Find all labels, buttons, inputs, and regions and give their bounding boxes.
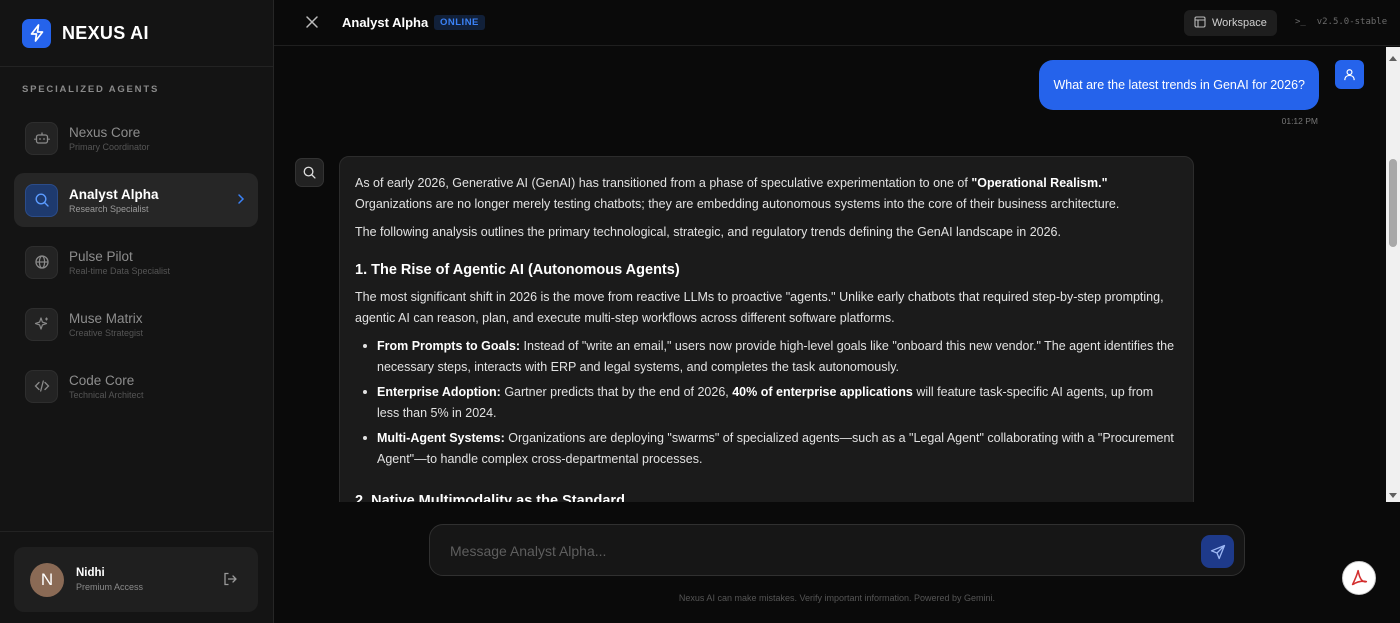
text: As of early 2026, Generative AI (GenAI) … xyxy=(355,176,972,190)
app-window: NEXUS AI SPECIALIZED AGENTS Nexus Core P… xyxy=(0,0,1400,623)
send-button[interactable] xyxy=(1201,535,1234,568)
assistant-message: As of early 2026, Generative AI (GenAI) … xyxy=(339,156,1194,502)
chevron-right-icon xyxy=(236,192,246,210)
divider xyxy=(0,531,273,532)
globe-icon xyxy=(25,245,58,279)
bot-icon xyxy=(25,121,58,155)
brand: NEXUS AI xyxy=(0,0,273,67)
agent-role: Real-time Data Specialist xyxy=(69,265,171,276)
user-card[interactable]: N Nidhi Premium Access xyxy=(14,547,258,612)
bullet-title: Enterprise Adoption: xyxy=(377,385,501,399)
close-icon[interactable] xyxy=(304,14,320,35)
message-timestamp: 01:12 PM xyxy=(1281,116,1318,126)
message-composer xyxy=(429,524,1245,576)
response-heading: 1. The Rise of Agentic AI (Autonomous Ag… xyxy=(355,261,680,278)
sidebar-item-code-core[interactable]: Code Core Technical Architect xyxy=(14,359,258,413)
page-title: Analyst Alpha xyxy=(342,15,429,30)
chat-area[interactable]: What are the latest trends in GenAI for … xyxy=(274,47,1386,502)
workspace-label: Workspace xyxy=(1212,17,1267,29)
chat-header: Analyst Alpha ONLINE Workspace >_ v2.5.0… xyxy=(274,0,1400,46)
agent-name: Pulse Pilot xyxy=(69,248,133,264)
message-input[interactable] xyxy=(450,539,1170,563)
workspace-button[interactable]: Workspace xyxy=(1184,10,1277,36)
response-paragraph: The most significant shift in 2026 is th… xyxy=(355,290,1164,325)
layout-icon xyxy=(1194,15,1206,31)
response-paragraph: The following analysis outlines the prim… xyxy=(355,225,1061,239)
scrollbar[interactable] xyxy=(1386,47,1400,502)
bold-text: 40% of enterprise applications xyxy=(732,385,913,399)
bullet-title: From Prompts to Goals: xyxy=(377,339,521,353)
brand-name: NEXUS AI xyxy=(62,22,149,43)
search-icon xyxy=(25,183,58,217)
text: Organizations are no longer merely testi… xyxy=(355,196,1120,211)
search-icon xyxy=(295,158,324,187)
user-name: Nidhi xyxy=(76,567,105,579)
user-plan: Premium Access xyxy=(76,582,144,592)
user-icon xyxy=(1335,60,1364,89)
agent-role: Research Specialist xyxy=(69,203,149,214)
sidebar: NEXUS AI SPECIALIZED AGENTS Nexus Core P… xyxy=(0,0,274,623)
agent-role: Technical Architect xyxy=(69,389,144,400)
agent-role: Creative Strategist xyxy=(69,327,144,338)
user-message: What are the latest trends in GenAI for … xyxy=(1039,60,1319,110)
response-list: From Prompts to Goals: Instead of "write… xyxy=(355,336,1178,469)
list-item: Enterprise Adoption: Gartner predicts th… xyxy=(355,382,1178,423)
agent-list: Nexus Core Primary Coordinator Analyst A… xyxy=(14,111,258,421)
agent-name: Muse Matrix xyxy=(69,310,143,326)
lightning-icon xyxy=(22,18,51,48)
sparkles-icon xyxy=(25,307,58,341)
avatar: N xyxy=(30,562,64,597)
response-intro: As of early 2026, Generative AI (GenAI) … xyxy=(355,173,1178,214)
version-text: v2.5.0-stable xyxy=(1316,17,1388,27)
sidebar-item-analyst-alpha[interactable]: Analyst Alpha Research Specialist xyxy=(14,173,258,227)
bullet-text: Gartner predicts that by the end of 2026… xyxy=(500,385,733,399)
send-icon xyxy=(1210,544,1225,559)
pdf-icon xyxy=(1351,569,1368,586)
status-badge: ONLINE xyxy=(434,15,485,30)
scrollbar-thumb[interactable] xyxy=(1389,159,1397,247)
response-heading: 2. Native Multimodality as the Standard xyxy=(355,493,625,502)
scroll-up-arrow-icon[interactable] xyxy=(1389,56,1397,61)
list-item: Multi-Agent Systems: Organizations are d… xyxy=(355,428,1178,469)
pdf-export-button[interactable] xyxy=(1342,561,1376,595)
code-icon xyxy=(25,369,58,403)
bullet-title: Multi-Agent Systems: xyxy=(377,431,505,445)
agent-name: Analyst Alpha xyxy=(69,186,159,202)
list-item: From Prompts to Goals: Instead of "write… xyxy=(355,336,1178,377)
scroll-down-arrow-icon[interactable] xyxy=(1389,493,1397,498)
disclaimer: Nexus AI can make mistakes. Verify impor… xyxy=(678,593,996,603)
sidebar-item-pulse-pilot[interactable]: Pulse Pilot Real-time Data Specialist xyxy=(14,235,258,289)
sidebar-item-nexus-core[interactable]: Nexus Core Primary Coordinator xyxy=(14,111,258,165)
bold-text: "Operational Realism." xyxy=(971,176,1108,190)
agent-name: Nexus Core xyxy=(69,124,141,140)
agent-role: Primary Coordinator xyxy=(69,141,150,152)
section-label: SPECIALIZED AGENTS xyxy=(22,84,160,95)
sidebar-item-muse-matrix[interactable]: Muse Matrix Creative Strategist xyxy=(14,297,258,351)
logout-icon[interactable] xyxy=(222,571,238,592)
agent-name: Code Core xyxy=(69,372,135,388)
version-label: >_ v2.5.0-stable xyxy=(1295,17,1388,27)
